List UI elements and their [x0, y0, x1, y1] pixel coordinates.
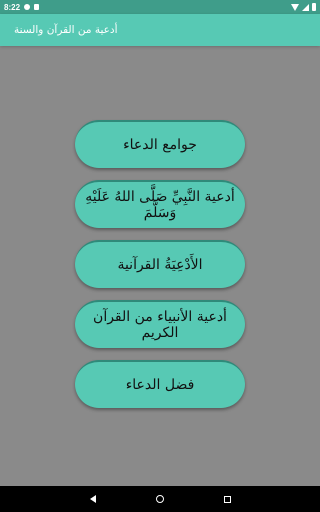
- menu-button-quranic-duas[interactable]: الأَدْعِيَةُ القرآنية: [75, 240, 245, 288]
- home-icon[interactable]: [155, 495, 164, 503]
- status-bar: 8:22: [0, 0, 320, 14]
- menu-button-label: الأَدْعِيَةُ القرآنية: [117, 257, 203, 273]
- menu-button-prophet-duas[interactable]: أدعية النَّبِيِّ صَلَّى اللهُ عَلَيْهِ و…: [75, 180, 245, 228]
- menu-button-label: أدعية الأنبياء من القرآن الكريم: [93, 309, 227, 341]
- status-left: 8:22: [4, 2, 40, 12]
- status-right: [291, 3, 316, 11]
- menu-button-prophets-duas[interactable]: أدعية الأنبياء من القرآن الكريم: [75, 300, 245, 348]
- menu-button-label: جوامع الدعاء: [123, 137, 197, 153]
- menu-button-label: أدعية النَّبِيِّ صَلَّى اللهُ عَلَيْهِ و…: [85, 189, 235, 221]
- menu-button-comprehensive-duas[interactable]: جوامع الدعاء: [75, 120, 245, 168]
- menu-button-virtue-of-dua[interactable]: فضل الدعاء: [75, 360, 245, 408]
- recents-icon[interactable]: [223, 495, 231, 503]
- back-icon[interactable]: [89, 495, 96, 503]
- signal-icon: [302, 3, 309, 11]
- menu: جوامع الدعاء أدعية النَّبِيِّ صَلَّى الل…: [75, 120, 245, 420]
- battery-icon: [312, 3, 316, 11]
- menu-button-label: فضل الدعاء: [125, 377, 195, 393]
- app-title: أدعية من القرآن والسنة: [14, 24, 118, 36]
- wifi-icon: [291, 3, 299, 11]
- sd-card-icon: [34, 4, 40, 10]
- notification-icon: [24, 4, 31, 10]
- app-bar: أدعية من القرآن والسنة: [0, 14, 320, 46]
- navigation-bar: [0, 486, 320, 512]
- status-time: 8:22: [4, 2, 21, 12]
